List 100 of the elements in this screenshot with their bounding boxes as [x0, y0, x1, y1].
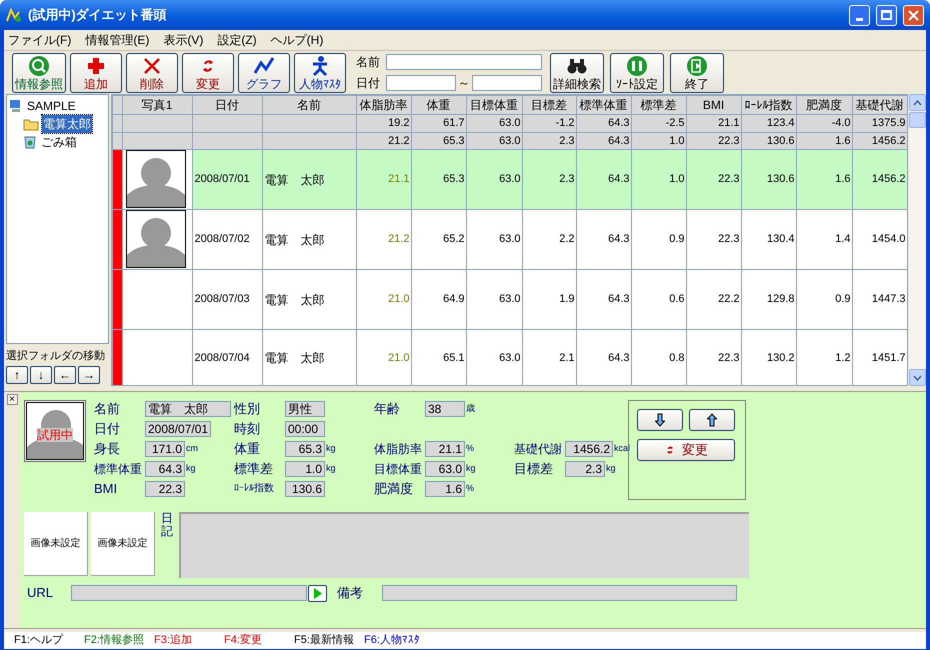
- previous-button[interactable]: [689, 409, 735, 431]
- column-header[interactable]: 名前: [262, 96, 356, 114]
- search-icon: [28, 54, 50, 76]
- folder-icon: [23, 118, 39, 130]
- summary-cell: [192, 114, 262, 132]
- table-row[interactable]: 2008/07/03 電算 太郎 21.0 64.9 63.0 1.9 64.3 0.6 22.2 129.8 0.9 1447.3: [112, 270, 907, 330]
- toolbar-button[interactable]: 人物ﾏｽﾀ: [294, 52, 346, 92]
- toolbar-button[interactable]: 削除: [126, 52, 178, 92]
- menu-item[interactable]: 表示(V): [163, 31, 204, 49]
- change-button[interactable]: 変更: [637, 439, 735, 461]
- toolbar-button[interactable]: 情報参照: [12, 52, 66, 92]
- move-button[interactable]: →: [78, 366, 100, 384]
- value-field: 64.3: [145, 460, 185, 476]
- unit-label: %: [466, 442, 474, 455]
- range-separator: ～: [458, 75, 470, 92]
- sort-icon: [626, 54, 648, 76]
- menu-item[interactable]: 情報管理(E): [85, 31, 150, 49]
- date-from-field[interactable]: [386, 75, 456, 91]
- toolbar-button[interactable]: 終了: [670, 52, 724, 92]
- status-item[interactable]: F5:最新情報: [294, 632, 364, 648]
- value-field: 2008/07/01: [145, 420, 212, 436]
- close-button[interactable]: ×: [6, 394, 18, 405]
- unit-label: kg: [606, 462, 616, 475]
- computer-icon: [9, 99, 23, 113]
- image-placeholder[interactable]: 画像未設定: [24, 512, 88, 576]
- status-item[interactable]: F6:人物ﾏｽﾀ: [364, 632, 434, 648]
- status-item[interactable]: F2:情報参照: [84, 632, 154, 648]
- maximize-button[interactable]: [876, 4, 897, 26]
- table-row[interactable]: 2008/07/01 電算 太郎 21.1 65.3 63.0 2.3 64.3 1.0 22.3 130.6 1.6 1456.2: [112, 150, 907, 210]
- toolbar-button[interactable]: 詳細検索: [550, 52, 604, 92]
- value-field: 171.0: [145, 440, 185, 456]
- field-label: 日付: [94, 420, 121, 438]
- unit-label: 歳: [466, 402, 475, 415]
- field-label: 身長: [94, 440, 121, 458]
- tree-item[interactable]: SAMPLE: [27, 97, 76, 115]
- summary-cell: 64.3: [576, 114, 632, 132]
- table-cell: 2008/07/04: [192, 330, 262, 385]
- url-label: URL: [26, 584, 54, 602]
- column-header[interactable]: [112, 96, 122, 114]
- unit-label: kg: [466, 462, 476, 475]
- diary-field[interactable]: [179, 512, 749, 578]
- summary-cell: -1.2: [522, 114, 576, 132]
- table-row[interactable]: 2008/07/02 電算 太郎 21.2 65.2 63.0 2.2 64.3 0.9 22.3 130.4 1.4 1454.0: [112, 210, 907, 270]
- date-to-field[interactable]: [472, 75, 542, 91]
- value-field: 電算 太郎: [145, 400, 231, 416]
- value-field: 2.3: [565, 460, 605, 476]
- summary-cell: [122, 132, 192, 150]
- field-label: 体重: [234, 440, 261, 458]
- image-placeholder[interactable]: 画像未設定: [91, 512, 155, 576]
- scrollbar-thumb[interactable]: [909, 112, 926, 128]
- value-field: 男性: [285, 400, 325, 416]
- field-label: 目標体重: [374, 460, 423, 478]
- status-item[interactable]: F1:ヘルプ: [14, 632, 84, 648]
- move-button[interactable]: ↑: [6, 366, 28, 384]
- unit-label: %: [466, 482, 474, 495]
- diary-label: 日記: [161, 512, 173, 540]
- window-title: (試用中)ダイエット番頭: [28, 6, 168, 24]
- menu-item[interactable]: 設定(Z): [217, 31, 257, 49]
- tree-item[interactable]: ごみ箱: [40, 133, 78, 151]
- toolbar-button[interactable]: グラフ: [238, 52, 290, 92]
- value-field: 1.0: [285, 460, 325, 476]
- next-button[interactable]: [637, 409, 683, 431]
- move-button[interactable]: ↓: [30, 366, 52, 384]
- summary-cell: 19.2: [356, 114, 412, 132]
- move-button[interactable]: ←: [54, 366, 76, 384]
- up-arrow-icon: [707, 413, 717, 427]
- exit-icon: [686, 54, 708, 76]
- toolbar-button[interactable]: 追加: [70, 52, 122, 92]
- scroll-up-icon: [913, 100, 922, 106]
- menu-item[interactable]: ヘルプ(H): [270, 31, 324, 49]
- name-field[interactable]: [386, 54, 542, 70]
- line-chart-icon: [253, 54, 275, 76]
- field-label: 標準差: [234, 460, 274, 478]
- status-item[interactable]: F4:変更: [224, 632, 294, 648]
- unit-label: kg: [186, 462, 196, 475]
- summary-cell: [122, 114, 192, 132]
- note-field[interactable]: [382, 585, 737, 601]
- close-button[interactable]: [903, 4, 924, 26]
- minimize-button[interactable]: [849, 4, 870, 26]
- table-row[interactable]: 2008/07/04 電算 太郎 21.0 65.1 63.0 2.1 64.3 0.8 22.3 130.2 1.2 1451.7: [112, 330, 907, 385]
- summary-cell: -4.0: [796, 114, 852, 132]
- value-field: 22.3: [145, 480, 185, 496]
- tree-item[interactable]: 電算太郎: [42, 115, 92, 133]
- field-label: 年齢: [374, 400, 401, 418]
- field-label: 体脂肪率: [374, 440, 423, 458]
- summary-cell: 21.1: [686, 114, 742, 132]
- field-label: 名前: [356, 54, 381, 71]
- unit-label: kg: [326, 462, 336, 475]
- toolbar-button[interactable]: ｿｰﾄ設定: [610, 52, 664, 92]
- vertical-scrollbar[interactable]: [909, 94, 926, 386]
- value-field: 1.6: [425, 480, 465, 496]
- trial-badge: 試用中: [37, 428, 73, 442]
- url-field[interactable]: [71, 585, 307, 601]
- recycle-bin-icon: [23, 135, 37, 149]
- menu-item[interactable]: ファイル(F): [8, 31, 72, 49]
- summary-cell: 123.4: [741, 114, 796, 132]
- close-icon: [908, 10, 919, 20]
- open-url-button[interactable]: [308, 584, 327, 602]
- status-item[interactable]: F3:追加: [154, 632, 224, 648]
- toolbar-button[interactable]: 変更: [182, 52, 234, 92]
